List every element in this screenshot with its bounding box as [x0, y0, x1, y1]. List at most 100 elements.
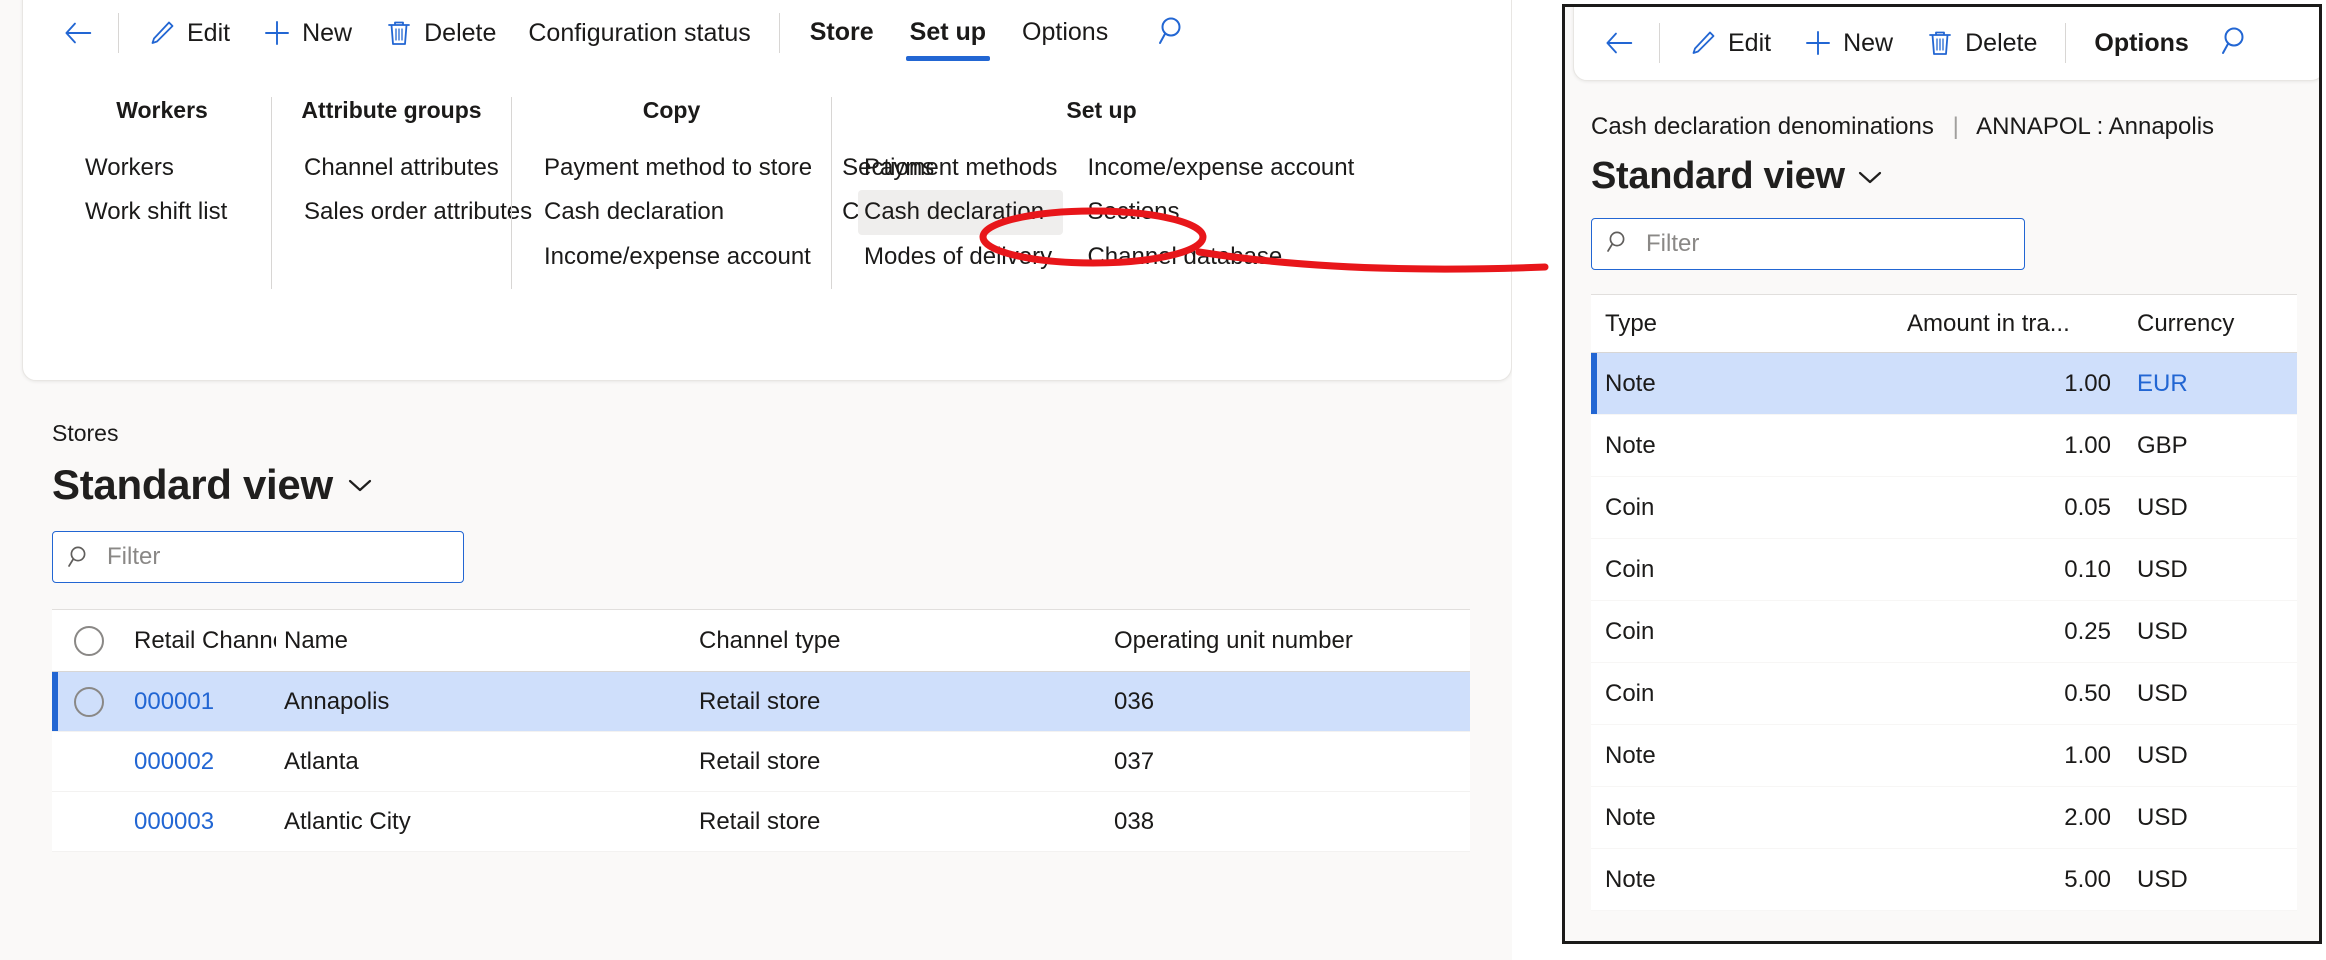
- new-button[interactable]: New: [246, 13, 368, 54]
- right-edit-button[interactable]: Edit: [1672, 23, 1787, 64]
- cell-amount: 1.00: [1891, 742, 2121, 770]
- cash-declaration-window: Edit New: [1562, 4, 2322, 944]
- tab-store[interactable]: Store: [792, 10, 892, 57]
- right-view-selector[interactable]: Standard view: [1591, 155, 2293, 198]
- menu-item-channel-database[interactable]: Channel database: [1081, 235, 1360, 279]
- right-options-button[interactable]: Options: [2078, 25, 2204, 62]
- table-row[interactable]: Note 1.00 USD: [1591, 725, 2297, 787]
- menu-item-payment-methods[interactable]: Payment methods: [858, 146, 1063, 190]
- edit-button[interactable]: Edit: [131, 13, 246, 54]
- right-filter-input[interactable]: [1644, 229, 2010, 259]
- search-button[interactable]: [1152, 11, 1196, 55]
- search-icon: [2220, 24, 2254, 63]
- right-new-label: New: [1843, 31, 1893, 56]
- menu-item-sales-order-attributes[interactable]: Sales order attributes: [298, 190, 538, 234]
- menu-item-copy-payment-method-to-store[interactable]: Payment method to store: [538, 146, 818, 190]
- menu-item-channel-attributes[interactable]: Channel attributes: [298, 146, 538, 190]
- column-header-retail-channel-id[interactable]: Retail Channel Id: [126, 627, 276, 655]
- cell-type: Coin: [1591, 680, 1891, 708]
- view-selector[interactable]: Standard view: [52, 461, 1460, 509]
- table-row[interactable]: 000001 Annapolis Retail store 036: [52, 672, 1470, 732]
- menu-item-copy-income-expense-account[interactable]: Income/expense account: [538, 235, 818, 279]
- table-row[interactable]: Coin 0.50 USD: [1591, 663, 2297, 725]
- cell-operating-unit-number: 038: [1106, 808, 1406, 836]
- menu-item-sections[interactable]: Sections: [1081, 190, 1360, 234]
- right-breadcrumb-title: Cash declaration denominations: [1591, 113, 1934, 140]
- menu-item-cash-declaration[interactable]: Cash declaration: [858, 190, 1063, 234]
- right-filter-field[interactable]: [1591, 218, 2025, 270]
- configuration-status-label: Configuration status: [528, 21, 750, 46]
- edit-button-label: Edit: [187, 21, 230, 46]
- column-header-operating-unit-number[interactable]: Operating unit number: [1106, 627, 1406, 655]
- menu-item-modes-of-delivery[interactable]: Modes of delivery: [858, 235, 1063, 279]
- select-all-cell[interactable]: [52, 626, 126, 656]
- right-page-body: Cash declaration denominations | ANNAPOL…: [1565, 99, 2319, 941]
- delete-button-label: Delete: [424, 21, 496, 46]
- cell-type: Note: [1591, 804, 1891, 832]
- tab-set-up[interactable]: Set up: [892, 10, 1004, 57]
- back-button[interactable]: [55, 13, 106, 54]
- table-row[interactable]: Coin 0.10 USD: [1591, 539, 2297, 601]
- right-breadcrumb: Cash declaration denominations | ANNAPOL…: [1591, 99, 2293, 141]
- table-row[interactable]: Note 5.00 USD: [1591, 849, 2297, 911]
- cell-retail-channel-id[interactable]: 000002: [126, 748, 276, 776]
- trash-icon: [1925, 29, 1954, 58]
- table-row[interactable]: 000003 Atlantic City Retail store 038: [52, 792, 1470, 852]
- menu-item-workers[interactable]: Workers: [79, 146, 233, 190]
- right-delete-button[interactable]: Delete: [1909, 23, 2053, 64]
- column-header-currency[interactable]: Currency: [2121, 310, 2281, 338]
- menu-group-copy-title: Copy: [538, 97, 805, 124]
- table-row[interactable]: Note 1.00 EUR: [1591, 353, 2297, 415]
- cell-amount: 5.00: [1891, 866, 2121, 894]
- cash-declaration-grid-header: Type Amount in tra... Currency: [1591, 295, 2297, 353]
- stores-grid-header: Retail Channel Id Name Channel type Oper…: [52, 610, 1470, 672]
- tab-store-label: Store: [810, 18, 874, 46]
- configuration-status-button[interactable]: Configuration status: [512, 15, 766, 52]
- cell-type: Note: [1591, 432, 1891, 460]
- cell-currency: USD: [2121, 618, 2281, 646]
- search-icon: [1606, 229, 1632, 260]
- command-bar: Edit New: [23, 0, 1511, 65]
- tab-options-label: Options: [1022, 18, 1108, 46]
- cell-type: Coin: [1591, 556, 1891, 584]
- cell-retail-channel-id[interactable]: 000001: [126, 688, 276, 716]
- pencil-icon: [1688, 29, 1717, 58]
- table-row[interactable]: Coin 0.25 USD: [1591, 601, 2297, 663]
- back-arrow-icon: [63, 19, 92, 48]
- cell-currency: GBP: [2121, 432, 2281, 460]
- right-search-button[interactable]: [2215, 21, 2259, 65]
- app-screen: Edit New: [0, 0, 2326, 960]
- column-header-amount-in-transaction-currency[interactable]: Amount in tra...: [1891, 310, 2121, 338]
- table-row[interactable]: Note 2.00 USD: [1591, 787, 2297, 849]
- cell-type: Coin: [1591, 494, 1891, 522]
- filter-field[interactable]: [52, 531, 464, 583]
- column-header-name[interactable]: Name: [276, 627, 691, 655]
- cell-retail-channel-id[interactable]: 000003: [126, 808, 276, 836]
- table-row[interactable]: Coin 0.05 USD: [1591, 477, 2297, 539]
- right-page-title: Standard view: [1591, 155, 1845, 198]
- cell-channel-type: Retail store: [691, 808, 1106, 836]
- stores-page: Stores Standard view: [0, 400, 1512, 960]
- row-radio[interactable]: [74, 687, 104, 717]
- menu-item-copy-cash-declaration[interactable]: Cash declaration: [538, 190, 818, 234]
- select-all-radio[interactable]: [74, 626, 104, 656]
- menu-item-income-expense-account[interactable]: Income/expense account: [1081, 146, 1360, 190]
- row-select-cell[interactable]: [52, 687, 126, 717]
- right-back-button[interactable]: [1596, 23, 1647, 64]
- column-header-channel-type[interactable]: Channel type: [691, 627, 1106, 655]
- cell-amount: 0.10: [1891, 556, 2121, 584]
- right-new-button[interactable]: New: [1787, 23, 1909, 64]
- tab-options[interactable]: Options: [1004, 10, 1126, 57]
- cell-amount: 0.05: [1891, 494, 2121, 522]
- column-header-type[interactable]: Type: [1591, 310, 1891, 338]
- right-breadcrumb-context: ANNAPOL : Annapolis: [1976, 113, 2214, 140]
- plus-icon: [262, 19, 291, 48]
- cell-currency: USD: [2121, 494, 2281, 522]
- menu-item-work-shift-list[interactable]: Work shift list: [79, 190, 233, 234]
- table-row[interactable]: Note 1.00 GBP: [1591, 415, 2297, 477]
- menu-group-set-up: Set up Payment methods Cash declaration …: [831, 97, 1371, 289]
- filter-input[interactable]: [105, 542, 449, 572]
- cell-currency[interactable]: EUR: [2121, 370, 2281, 398]
- delete-button[interactable]: Delete: [368, 13, 512, 54]
- table-row[interactable]: 000002 Atlanta Retail store 037: [52, 732, 1470, 792]
